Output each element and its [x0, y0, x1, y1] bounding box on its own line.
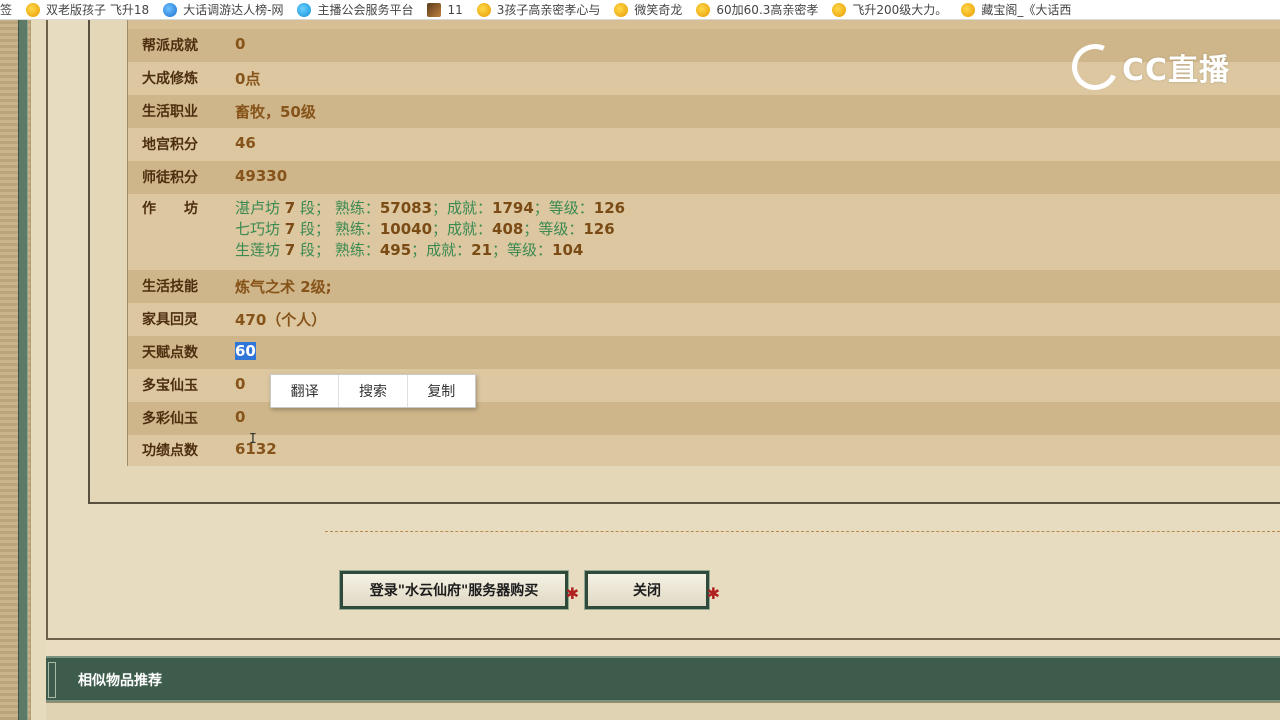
close-button[interactable]: 关闭 ✱ [584, 570, 720, 610]
table-row: 生活职业 畜牧，50级 [128, 95, 1280, 128]
login-purchase-label: 登录"水云仙府"服务器购买 [369, 583, 539, 599]
cc-live-logo: CC直播 [1065, 37, 1231, 97]
translate-menu-item[interactable]: 翻译 [271, 375, 340, 407]
bookmark-label: 3孩子高亲密孝心与 [496, 3, 601, 17]
copy-menu-item[interactable]: 复制 [408, 375, 475, 407]
table-row: 地宫积分 46 [128, 128, 1280, 161]
bookmark-label: 主播公会服务平台 [317, 3, 414, 17]
header-ornament [48, 662, 56, 698]
bookmark-label: 双老版孩子 飞升18 [46, 3, 150, 17]
row-value: 46 [235, 134, 256, 152]
bookmark-label: 11 [447, 2, 463, 17]
bookmark-label: 飞升200级大力。 [852, 3, 948, 17]
frame-stripe [18, 20, 28, 720]
bookmark-item[interactable]: 3孩子高亲密孝心与 [476, 1, 601, 18]
row-value: 0 [235, 35, 246, 53]
table-row-workshop: 作 坊 湛卢坊 7 段； 熟练：57083；成就：1794；等级：126 七巧坊… [128, 194, 1280, 270]
row-label: 师徒积分 [142, 170, 198, 186]
row-value: 畜牧，50级 [235, 103, 316, 121]
row-label: 作 坊 [142, 201, 198, 217]
table-row: 家具回灵 470（个人） [128, 303, 1280, 336]
section-body-strip [46, 702, 1280, 720]
selected-text[interactable]: 60 [235, 342, 256, 360]
chick-icon [614, 2, 629, 17]
table-row: 天赋点数 60 [128, 336, 1280, 369]
row-label: 地宫积分 [142, 137, 198, 153]
bookmark-item[interactable]: 签 [0, 1, 12, 18]
bookmark-item[interactable]: 双老版孩子 飞升18 [26, 1, 149, 18]
bookmark-label: 藏宝阁_《大话西 [981, 3, 1072, 17]
dashed-divider [325, 531, 1280, 532]
chick-icon [26, 2, 41, 17]
workshop-line: 七巧坊 7 段； 熟练：10040；成就：408；等级：126 [235, 220, 615, 238]
row-value: 470（个人） [235, 311, 327, 329]
similar-items-title: 相似物品推荐 [78, 673, 162, 689]
bookmark-item[interactable]: 微笑奇龙 [614, 1, 682, 18]
bookmark-item[interactable]: 主播公会服务平台 [297, 1, 413, 18]
text-cursor-icon: I [249, 432, 257, 447]
row-value: 炼气之术 2级; [235, 278, 332, 296]
row-value-selected[interactable]: 60 [235, 342, 256, 360]
left-border-frame [0, 20, 46, 720]
bookmark-item[interactable]: 大话调游达人榜-网 [163, 1, 283, 18]
chick-icon [961, 2, 976, 17]
context-menu: 翻译 搜索 复制 [270, 374, 476, 408]
similar-items-header: 相似物品推荐 [46, 656, 1280, 702]
bookmarks-bar: 签 双老版孩子 飞升18 大话调游达人榜-网 主播公会服务平台 11 3孩子高亲… [0, 0, 1280, 20]
table-row: 功绩点数 6132 [128, 435, 1280, 466]
login-purchase-button[interactable]: 登录"水云仙府"服务器购买 ✱ [339, 570, 579, 610]
knot-icon: ✱ [565, 584, 579, 603]
bookmark-label: 60加60.3高亲密孝 [716, 3, 819, 17]
bookmark-item[interactable]: 60加60.3高亲密孝 [696, 1, 818, 18]
game-icon [427, 2, 442, 17]
frame-inner [30, 20, 46, 720]
table-row: 师徒积分 49330 [128, 161, 1280, 194]
row-label: 家具回灵 [142, 312, 198, 328]
workshop-line: 生莲坊 7 段； 熟练：495；成就：21；等级：104 [235, 241, 584, 259]
chick-icon [696, 2, 711, 17]
bookmark-item[interactable]: 11 [427, 2, 463, 17]
row-value: 0点 [235, 70, 261, 88]
bookmark-item[interactable]: 飞升200级大力。 [832, 1, 947, 18]
bird-icon [297, 2, 312, 17]
row-label: 多宝仙玉 [142, 378, 198, 394]
row-label: 多彩仙玉 [142, 411, 198, 427]
knot-icon: ✱ [706, 584, 720, 603]
logo-text: CC直播 [1122, 53, 1231, 88]
row-label: 功绩点数 [142, 443, 198, 459]
close-label: 关闭 [633, 583, 661, 599]
bookmark-item[interactable]: 藏宝阁_《大话西 [961, 1, 1071, 18]
row-label: 天赋点数 [142, 345, 198, 361]
chick-icon [476, 2, 491, 17]
bookmark-label: 大话调游达人榜-网 [183, 3, 284, 17]
row-label: 大成修炼 [142, 71, 198, 87]
chick-icon [832, 2, 847, 17]
row-label: 生活技能 [142, 279, 198, 295]
row-value: 49330 [235, 167, 288, 185]
row-value: 0 [235, 408, 246, 426]
bookmark-label: 签 [0, 3, 13, 17]
bookmark-label: 微笑奇龙 [634, 3, 683, 17]
cc-logo-icon [1065, 37, 1125, 97]
globe-icon [163, 2, 178, 17]
row-value: 0 [235, 375, 246, 393]
table-row: 生活技能 炼气之术 2级; [128, 270, 1280, 303]
search-menu-item[interactable]: 搜索 [339, 375, 408, 407]
workshop-list: 湛卢坊 7 段； 熟练：57083；成就：1794；等级：126 七巧坊 7 段… [235, 198, 625, 261]
row-label: 生活职业 [142, 104, 198, 120]
row-label: 帮派成就 [142, 38, 198, 54]
workshop-line: 湛卢坊 7 段； 熟练：57083；成就：1794；等级：126 [235, 199, 626, 217]
